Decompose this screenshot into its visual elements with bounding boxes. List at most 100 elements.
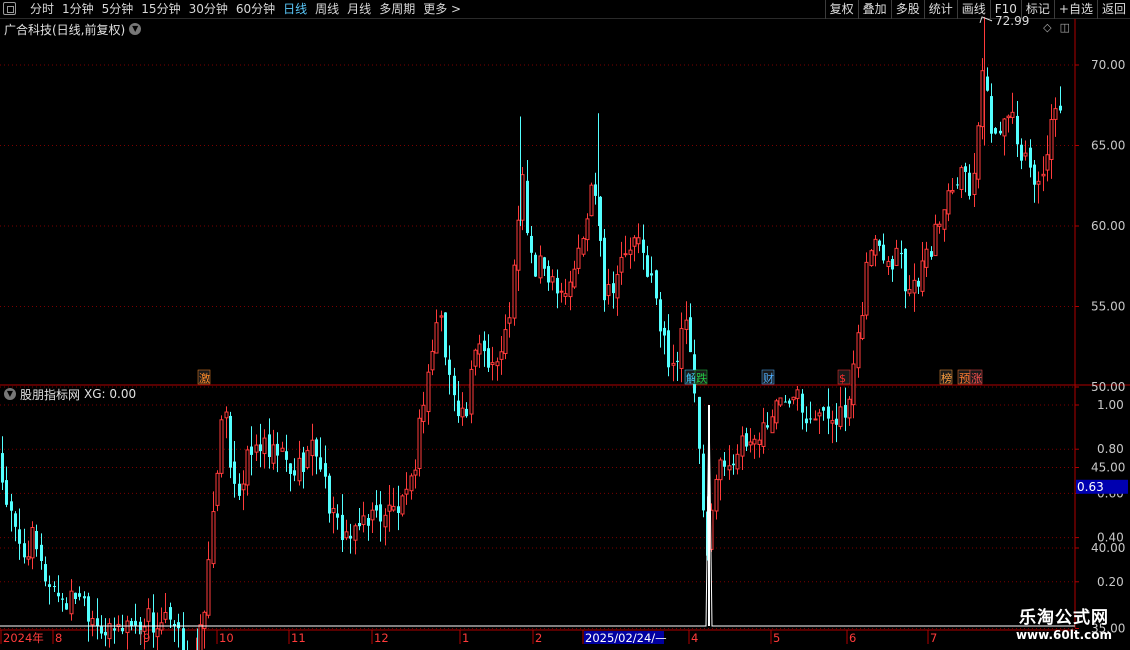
chart-grid [0,19,1130,631]
candlestick [679,312,684,383]
candle-body [636,237,641,245]
kline-chart[interactable]: 70.0065.0060.0055.0050.0045.0040.0035.00… [0,0,1130,650]
candle-body [817,412,822,417]
candlestick [276,432,279,473]
candle-body [655,270,658,299]
candlestick [891,255,894,282]
candlestick [878,239,881,252]
candle-body [1053,108,1058,120]
candlestick [646,245,649,278]
candle-body [1023,152,1028,157]
candle-body [324,463,327,477]
candlestick [254,434,259,462]
candle-body [512,264,517,319]
candlestick [718,457,723,501]
candlestick [882,233,885,264]
candle-body [10,501,13,511]
candle-body [262,437,267,455]
candle-body [280,447,285,452]
candle-body [813,418,818,421]
event-badge: 涨 [969,369,983,385]
candlestick [69,579,74,621]
candle-body [628,249,633,255]
candlestick [495,357,500,381]
candlestick [331,496,336,534]
candlestick [26,540,31,566]
candlestick [238,473,241,501]
candle-body [169,607,172,620]
candlestick [370,502,375,534]
candle-body [375,505,378,511]
candlestick [805,406,808,432]
candlestick [1002,117,1007,156]
candle-body [714,478,719,512]
candle-body [869,250,874,267]
indicator-series [0,404,1075,627]
candlestick [822,406,825,421]
candlestick [550,269,555,291]
candle-body [35,530,38,550]
candle-body [40,544,43,561]
candle-body [550,276,555,283]
candlestick [134,603,137,634]
candle-body [878,240,881,246]
candlestick [512,259,517,326]
candlestick [107,618,112,648]
candlestick [594,172,597,205]
candle-body [100,626,103,634]
candlestick [224,406,229,439]
candlestick [684,301,689,345]
candle-body [358,523,361,527]
candlestick [1006,114,1011,133]
watermark-url: www.60lt.com [1015,628,1112,642]
candlestick [503,314,508,360]
candle-body [1016,115,1019,145]
candlestick [964,162,967,193]
candlestick [229,411,232,479]
candlestick [469,360,474,424]
candlestick [302,446,305,489]
candle-body [847,398,852,419]
candlestick [78,586,81,601]
candle-body [469,368,474,415]
candlestick [912,263,917,312]
chevron-down-icon[interactable]: ▼ [4,388,16,400]
candlestick [262,429,267,469]
candlestick [603,229,606,312]
indicator-tick-label: 0.80 [1097,442,1124,456]
date-tick-label: 6 [849,631,856,645]
candlestick [259,423,262,468]
candle-body [341,514,344,541]
candlestick [211,491,216,568]
candle-body [14,513,17,527]
candle-body [104,631,107,636]
event-badge: 预 [957,369,971,385]
candlestick [361,501,366,533]
candle-body [477,343,482,355]
candle-body [87,596,90,622]
candle-body [215,472,220,506]
candlestick [563,278,568,305]
candlestick [930,246,933,260]
candlestick [341,494,344,552]
candle-body [900,252,903,255]
candlestick [483,331,486,367]
candle-body [289,463,292,474]
candlestick [659,291,662,348]
candle-body [219,419,224,474]
candlestick [280,441,285,452]
date-tick-label: 9 [143,631,150,645]
candle-body [795,389,800,399]
candlestick [417,409,422,477]
candlestick [57,575,60,603]
candlestick [293,458,296,482]
candlestick [5,466,8,508]
candle-body [1,453,4,483]
candlestick [268,418,271,469]
price-axis: 70.0065.0060.0055.0050.0045.0040.0035.00… [1075,58,1128,636]
candlestick [990,83,993,143]
candlestick [534,252,537,277]
candlestick [507,302,512,338]
candle-body [972,172,977,195]
candlestick [844,387,847,432]
